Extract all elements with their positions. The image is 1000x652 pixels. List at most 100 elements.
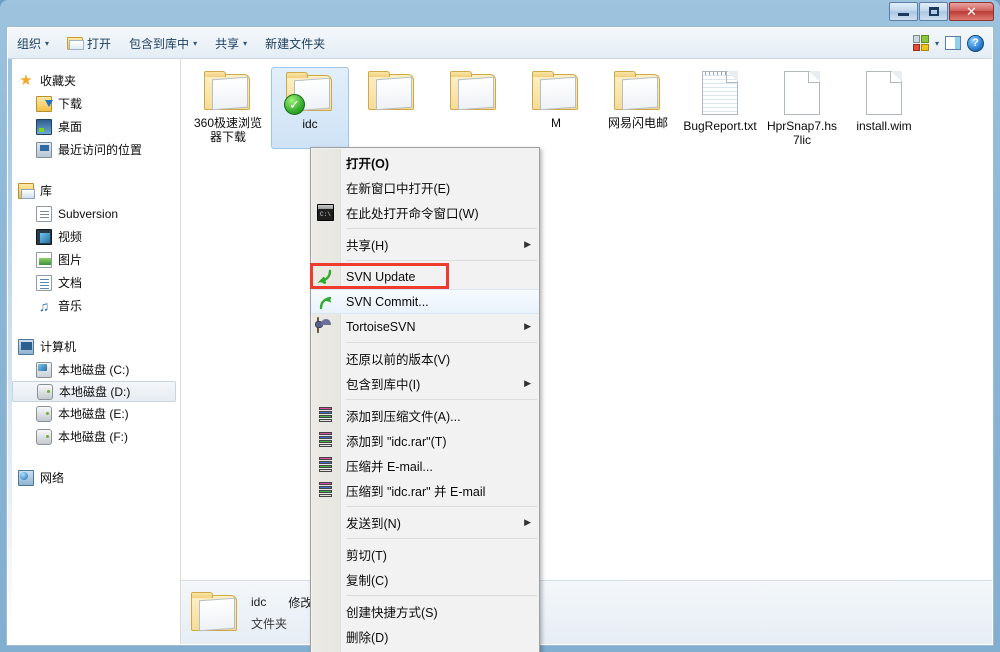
nav-label: 本地磁盘 (E:) [58,407,129,421]
nav-root-computer[interactable]: 计算机 [8,335,180,358]
file-grid: 360极速浏览器下载 ✓ idc M 网易闪电邮 BugReport.txt H… [181,59,992,539]
help-icon[interactable]: ? [967,34,984,52]
nav-item-drive-f[interactable]: 本地磁盘 (F:) [8,425,180,448]
context-menu-item-add-to-archive[interactable]: 添加到压缩文件(A)... [311,403,539,428]
view-options-icon[interactable] [912,35,929,51]
desktop-icon [36,118,52,135]
nav-label: 图片 [58,253,83,267]
nav-item-recent-places[interactable]: 最近访问的位置 [8,138,180,161]
file-item[interactable]: BugReport.txt [681,67,759,149]
nav-item-desktop[interactable]: 桌面 [8,115,180,138]
context-menu-item-open[interactable]: 打开(O) [311,150,539,175]
menu-label: 在此处打开命令窗口(W) [346,207,479,221]
close-icon: ✕ [966,3,977,19]
menu-separator [346,228,537,229]
nav-root-favorites[interactable]: ★ 收藏夹 [8,69,180,92]
context-menu-item-compress-to-idc-rar-and-email[interactable]: 压缩到 "idc.rar" 并 E-mail [311,478,539,503]
nav-label: 库 [40,184,53,198]
toolbar-organize[interactable]: 组织 ▾ [8,31,58,56]
nav-item-pictures[interactable]: 图片 [8,248,180,271]
context-menu[interactable]: 打开(O) 在新窗口中打开(E) 在此处打开命令窗口(W) 共享(H) ▶ SV… [310,147,540,652]
context-menu-item-open-new-window[interactable]: 在新窗口中打开(E) [311,175,539,200]
nav-item-subversion[interactable]: Subversion [8,202,180,225]
minimize-button[interactable] [889,2,918,21]
menu-separator [346,399,537,400]
chevron-right-icon: ▶ [524,239,531,249]
file-item[interactable]: install.wim [845,67,923,149]
toolbar-include-label: 包含到库中 [129,36,190,51]
nav-item-drive-e[interactable]: 本地磁盘 (E:) [8,402,180,425]
winrar-icon [317,407,334,424]
nav-item-downloads[interactable]: 下载 [8,92,180,115]
context-menu-item-tortoisesvn[interactable]: TortoiseSVN ▶ [311,314,539,339]
file-item[interactable]: M [517,67,595,149]
context-menu-item-svn-commit[interactable]: SVN Commit... [311,289,539,314]
details-pane: idc 修改日期: 2016/9/1 16:05 文件夹 [181,580,992,644]
file-item[interactable]: 360极速浏览器下载 [189,67,267,149]
favorites-star-icon: ★ [19,71,33,89]
menu-separator [346,506,537,507]
file-label: idc [302,117,318,131]
folder-icon [204,71,252,112]
nav-item-videos[interactable]: 视频 [8,225,180,248]
nav-label: 本地磁盘 (F:) [58,430,128,444]
view-options-caret-icon[interactable]: ▾ [935,39,939,48]
context-menu-item-restore-previous-versions[interactable]: 还原以前的版本(V) [311,346,539,371]
nav-scroll-indicator[interactable] [8,59,12,644]
nav-root-libraries[interactable]: 库 [8,179,180,202]
context-menu-item-include-in-library[interactable]: 包含到库中(I) ▶ [311,371,539,396]
file-item[interactable]: 网易闪电邮 [599,67,677,149]
toolbar-share[interactable]: 共享 ▾ [206,31,256,56]
menu-label: 打开(O) [346,157,390,171]
toolbar-include-in-library[interactable]: 包含到库中 ▾ [120,31,206,56]
menu-label: 创建快捷方式(S) [346,606,438,620]
context-menu-item-svn-update[interactable]: SVN Update [311,264,539,289]
toolbar-new-folder[interactable]: 新建文件夹 [256,31,334,56]
nav-item-music[interactable]: ♫ 音乐 [8,294,180,317]
preview-pane-icon[interactable] [945,36,961,50]
folder-icon [368,71,416,112]
system-drive-icon [36,361,52,378]
winrar-icon [317,457,334,474]
drive-icon [36,405,52,422]
close-button[interactable]: ✕ [949,2,994,21]
context-menu-item-copy[interactable]: 复制(C) [311,567,539,592]
nav-root-network[interactable]: 网络 [8,466,180,489]
network-icon [18,469,34,486]
nav-label: 收藏夹 [40,74,77,88]
computer-icon [18,338,34,355]
context-menu-item-delete[interactable]: 删除(D) [311,624,539,649]
maximize-button[interactable] [919,2,948,21]
context-menu-item-share[interactable]: 共享(H) ▶ [311,232,539,257]
nav-item-drive-c[interactable]: 本地磁盘 (C:) [8,358,180,381]
file-item[interactable] [435,67,513,149]
nav-label: Subversion [58,206,119,221]
nav-label: 音乐 [58,299,83,313]
context-menu-item-cut[interactable]: 剪切(T) [311,542,539,567]
subversion-library-icon [36,205,52,222]
context-menu-item-create-shortcut[interactable]: 创建快捷方式(S) [311,599,539,624]
context-menu-item-compress-and-email[interactable]: 压缩并 E-mail... [311,453,539,478]
toolbar-share-label: 共享 [215,36,240,51]
nav-label: 桌面 [58,120,83,134]
menu-label: TortoiseSVN [346,319,416,334]
svn-modified-check-overlay: ✓ [284,94,305,115]
nav-label: 本地磁盘 (D:) [59,385,131,399]
menu-separator [346,342,537,343]
nav-item-drive-d[interactable]: 本地磁盘 (D:) [12,381,176,402]
chevron-right-icon: ▶ [524,378,531,388]
file-label: M [551,116,561,130]
file-item[interactable] [353,67,431,149]
toolbar-open-label: 打开 [87,36,112,51]
menu-label: 剪切(T) [346,549,387,563]
context-menu-item-add-to-idc-rar[interactable]: 添加到 "idc.rar"(T) [311,428,539,453]
toolbar-open[interactable]: 打开 [58,31,120,56]
file-item[interactable]: HprSnap7.hs7lic [763,67,841,149]
context-menu-item-send-to[interactable]: 发送到(N) ▶ [311,510,539,535]
file-item[interactable]: ✓ idc [271,67,349,149]
file-list-pane[interactable]: 360极速浏览器下载 ✓ idc M 网易闪电邮 BugReport.txt H… [181,59,992,644]
nav-item-documents[interactable]: 文档 [8,271,180,294]
context-menu-item-open-command-window[interactable]: 在此处打开命令窗口(W) [311,200,539,225]
menu-separator [346,260,537,261]
